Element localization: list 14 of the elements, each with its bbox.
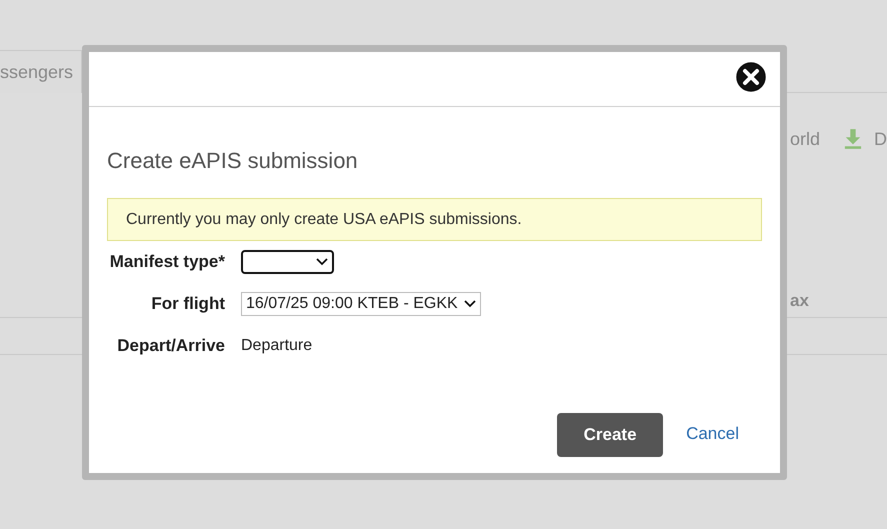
dropdown[interactable]: 16/07/25 09:00 KTEB - EGKK: [241, 292, 481, 316]
field-value: Departure: [241, 336, 312, 356]
field-label: For flight: [150, 293, 226, 316]
field-label: Manifest type*: [108, 251, 226, 274]
dialog-title: Create eAPIS submission: [107, 147, 359, 175]
field-label: Depart/Arrive: [116, 335, 226, 358]
chevron-icon: [316, 258, 328, 266]
create-button[interactable]: Create: [557, 413, 664, 457]
column-header: ax: [790, 290, 809, 312]
cancel-link[interactable]: Cancel: [686, 420, 739, 446]
dropdown[interactable]: [241, 250, 334, 274]
close-icon[interactable]: [733, 59, 769, 95]
notice-banner: Currently you may only create USA eAPIS submissions.: [107, 198, 762, 241]
chevron-icon: [464, 300, 476, 308]
